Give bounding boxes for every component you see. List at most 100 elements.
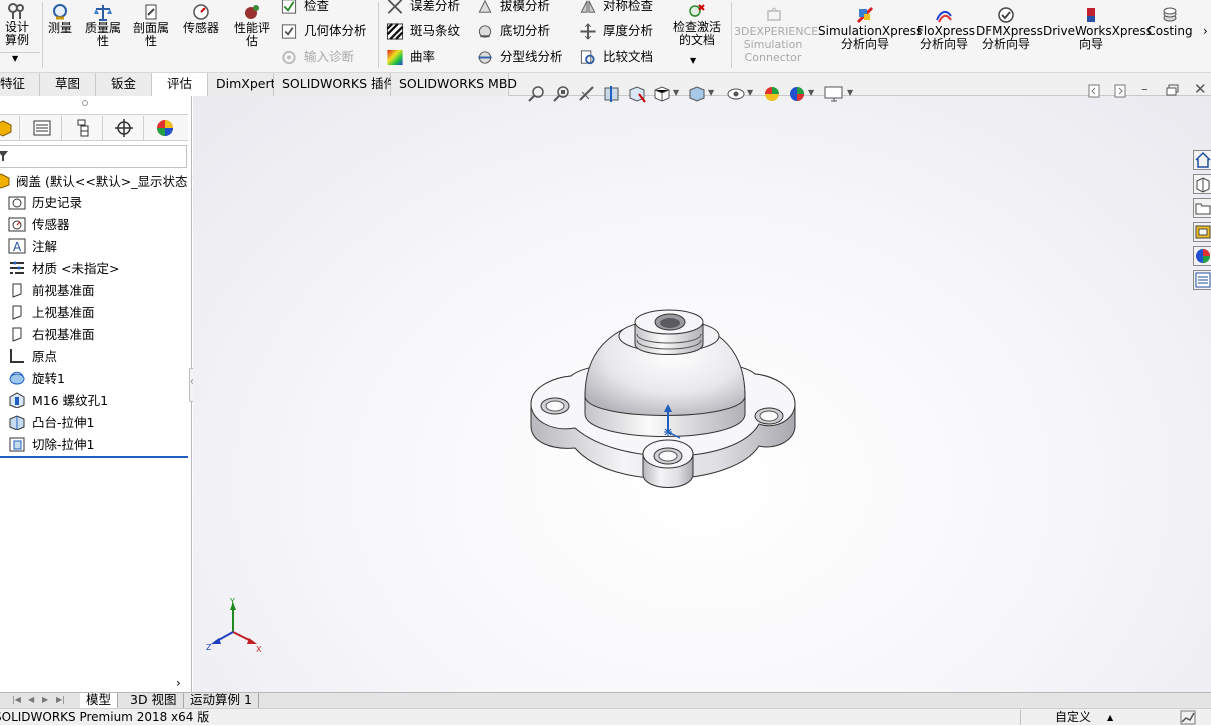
task-pane-view-palette-tab[interactable] [1193,222,1211,242]
performance-evaluation-button[interactable]: 性能评估 [231,3,273,48]
ribbon-more-chevron-icon[interactable]: › [1203,24,1208,38]
tile-left-icon[interactable] [1088,84,1100,98]
curvature-button[interactable]: 曲率 [386,49,435,66]
property-manager-icon [33,120,50,136]
display-manager-tab[interactable] [145,116,185,140]
unit-system-selector[interactable]: 自定义 [1055,709,1091,726]
driveworksxpress-button[interactable]: DriveWorksXpress 向导 [1043,6,1152,51]
unit-system-dropdown-icon[interactable]: ▲ [1107,709,1113,726]
view-orientation-dropdown-icon[interactable]: ▼ [673,88,679,97]
hide-show-items-icon[interactable] [726,84,746,104]
graphics-area[interactable]: ▼ ▼ ▼ ▼ ▼ – ✕ Y X Z [193,80,1211,692]
tab-3d-views-label: 3D 视图 [130,692,177,707]
panel-grip-icon[interactable] [82,100,88,106]
draft-analysis-button[interactable]: 拔模分析 [476,0,550,15]
tab-sketch[interactable]: 草图 [40,73,96,96]
tree-item-history[interactable]: 历史记录 [8,193,82,213]
property-manager-tab[interactable] [22,116,62,140]
tree-item-right-plane[interactable]: 右视基准面 [8,325,95,345]
edit-appearance-icon[interactable] [762,84,782,104]
simulationxpress-button[interactable]: SimulationXpress 分析向导 [818,6,922,51]
minimize-icon[interactable]: – [1141,82,1148,97]
previous-view-icon[interactable] [577,84,597,104]
view-settings-icon[interactable] [823,84,845,104]
zoom-to-fit-icon[interactable] [527,84,547,104]
3dexperience-connector-button[interactable]: 3DEXPERIENCE Simulation Connector [734,6,818,64]
tree-item-origin[interactable]: 原点 [8,347,57,367]
view-orientation-icon[interactable] [652,84,672,104]
tree-item-label: 切除-拉伸1 [32,437,95,452]
tile-right-icon[interactable] [1114,84,1126,98]
tree-item-m16-tapped-hole1[interactable]: M16 螺纹孔1 [8,391,108,411]
tree-scroll-right-icon[interactable]: › [176,676,181,690]
dfmxpress-button[interactable]: DFMXpress 分析向导 [976,6,1043,51]
task-pane-design-library-tab[interactable] [1193,174,1211,194]
view-settings-dropdown-icon[interactable]: ▼ [847,88,853,97]
apply-scene-dropdown-icon[interactable]: ▼ [808,88,814,97]
zebra-stripes-button[interactable]: 斑马条纹 [386,23,460,40]
check-doc-dropdown-icon[interactable]: ▼ [690,56,696,65]
check-button[interactable]: 检查 [280,0,329,15]
hide-show-dropdown-icon[interactable]: ▼ [747,88,753,97]
tab-3d-views[interactable]: 3D 视图 [124,693,184,708]
tab-model[interactable]: 模型 [80,693,119,708]
dimxpert-manager-tab[interactable] [104,116,144,140]
tab-sheet-metal[interactable]: 钣金 [96,73,152,96]
tab-solidworks-mbd[interactable]: SOLIDWORKS MBD [391,73,517,96]
costing-button[interactable]: Costing [1146,6,1194,38]
task-pane-custom-properties-tab[interactable] [1193,270,1211,290]
undercut-analysis-button[interactable]: 底切分析 [476,23,550,40]
tree-item-front-plane[interactable]: 前视基准面 [8,281,95,301]
import-diagnostics-button[interactable]: 输入诊断 [280,49,354,66]
next-tab-arrow-icon[interactable]: ▶ [42,695,48,704]
configuration-manager-tab[interactable] [63,116,103,140]
geometry-analysis-button[interactable]: 几何体分析 [280,23,367,40]
tab-dimxpert[interactable]: DimXpert [208,73,276,96]
mass-properties-button[interactable]: 质量属性 [80,3,126,48]
tab-motion-study-1[interactable]: 运动算例 1 [184,693,259,708]
status-bar: SOLIDWORKS Premium 2018 x64 版 自定义 ▲ [0,708,1211,725]
dynamic-annotation-views-icon[interactable] [627,84,647,104]
design-study-button[interactable]: 设计算例 [0,2,38,47]
compare-documents-button[interactable]: 比较文档 [579,49,653,66]
check-active-document-button[interactable]: 检查激活的文档 [668,2,726,47]
thickness-analysis-button[interactable]: 厚度分析 [579,23,653,40]
section-view-icon[interactable] [602,84,622,104]
design-study-dropdown[interactable]: ▼ [0,52,40,68]
tree-item-boss-extrude1[interactable]: 凸台-拉伸1 [8,413,94,433]
symmetry-check-button[interactable]: 对称检查 [579,0,653,15]
prev-tab-arrow-icon[interactable]: ◀ [28,695,34,704]
zoom-to-area-icon[interactable] [552,84,572,104]
filter-box[interactable] [0,145,187,168]
tree-item-revolve1[interactable]: 旋转1 [8,369,65,389]
rollback-bar[interactable] [0,456,188,458]
task-pane-file-explorer-tab[interactable] [1193,198,1211,218]
display-style-icon[interactable] [687,84,707,104]
tree-item-cut-extrude1[interactable]: 切除-拉伸1 [8,435,94,455]
last-tab-arrow-icon[interactable]: ▶| [56,695,65,704]
sensor-button[interactable]: 传感器 [179,3,223,35]
first-tab-arrow-icon[interactable]: |◀ [12,695,21,704]
tree-item-material[interactable]: 材质 <未指定> [8,259,119,279]
tolerance-analysis-button[interactable]: 误差分析 [386,0,460,15]
parting-line-analysis-button[interactable]: 分型线分析 [476,49,563,66]
measure-button[interactable]: 测量 [44,3,76,35]
tree-root-part[interactable]: 阀盖 (默认<<默认>_显示状态 1> [0,172,210,192]
task-pane-appearances-tab[interactable] [1193,246,1211,266]
section-properties-button[interactable]: 剖面属性 [128,3,174,48]
floxpress-button[interactable]: FloXpress 分析向导 [917,6,975,51]
customize-status-icon[interactable] [1180,710,1196,725]
task-pane-home-tab[interactable] [1193,150,1211,170]
tree-item-annotations[interactable]: A 注解 [8,237,57,257]
tab-evaluate[interactable]: 评估 [152,73,208,96]
tree-item-sensors[interactable]: 传感器 [8,215,70,235]
valve-cover-model[interactable] [523,296,813,526]
tab-features[interactable]: 特征 [0,73,40,96]
close-icon[interactable]: ✕ [1194,80,1207,98]
feature-manager-tab[interactable] [0,116,20,140]
restore-icon[interactable] [1166,84,1179,96]
display-style-dropdown-icon[interactable]: ▼ [708,88,714,97]
tab-solidworks-addins[interactable]: SOLIDWORKS 插件 [274,73,396,96]
tree-item-top-plane[interactable]: 上视基准面 [8,303,95,323]
apply-scene-icon[interactable] [787,84,807,104]
